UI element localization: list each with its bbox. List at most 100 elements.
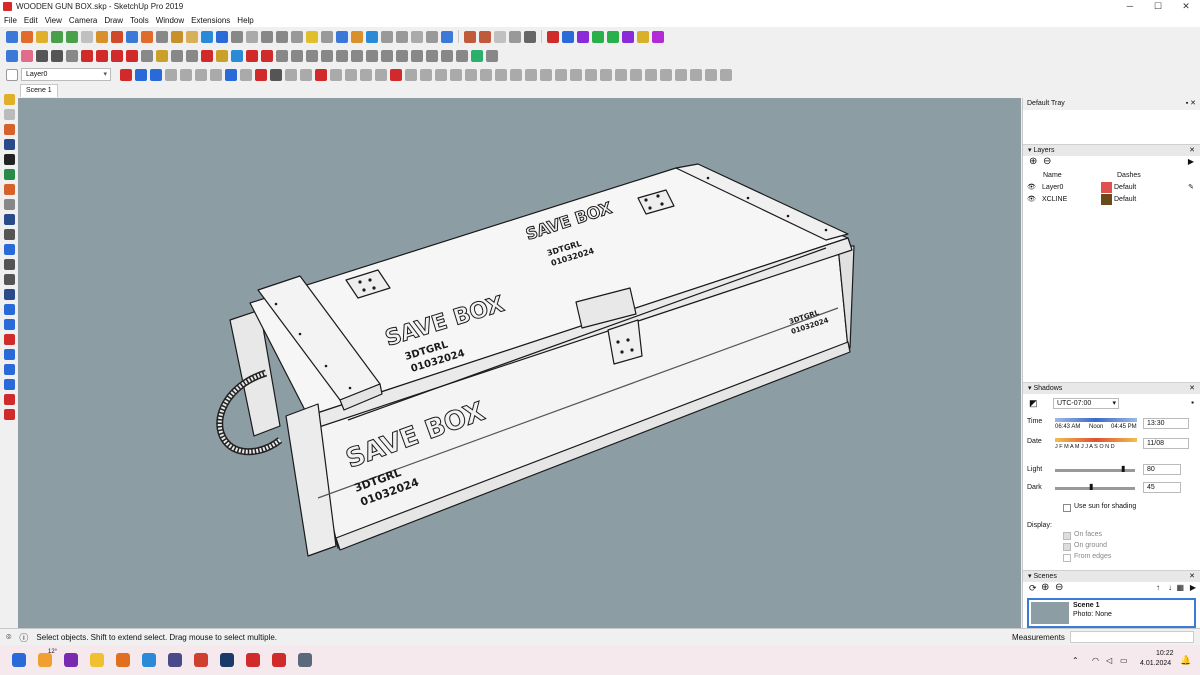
tb3-icon-26[interactable]	[495, 68, 507, 81]
tb-icon-22[interactable]	[321, 30, 333, 43]
extension-icon[interactable]	[276, 49, 288, 62]
close-icon[interactable]: ✕	[1189, 383, 1195, 394]
scale-icon[interactable]	[126, 49, 138, 62]
tb-icon-30[interactable]	[441, 30, 453, 43]
tb3-icon-25[interactable]	[480, 68, 492, 81]
onenote-icon[interactable]	[64, 653, 78, 667]
tb-icon-42[interactable]	[637, 30, 649, 43]
tb3-icon-7[interactable]	[210, 68, 222, 81]
dark-input[interactable]: 45	[1143, 482, 1181, 493]
tb-icon-36[interactable]	[547, 30, 559, 43]
textured-icon[interactable]	[441, 49, 453, 62]
remove-scene-icon[interactable]: ⊖	[1055, 582, 1063, 594]
tb3-icon-33[interactable]	[600, 68, 612, 81]
tb3-icon-11[interactable]	[270, 68, 282, 81]
menu-draw[interactable]: Draw	[104, 16, 123, 25]
light-input[interactable]: 80	[1143, 464, 1181, 475]
left-tool-14[interactable]	[3, 289, 15, 300]
tb-icon-15[interactable]	[216, 30, 228, 43]
monochrome-icon[interactable]	[456, 49, 468, 62]
tb-icon-21[interactable]	[306, 30, 318, 43]
blender-icon[interactable]	[116, 653, 130, 667]
tb3-icon-22[interactable]	[435, 68, 447, 81]
tb3-icon-3[interactable]	[150, 68, 162, 81]
minimize-button[interactable]: ─	[1116, 0, 1144, 13]
tb-icon-17[interactable]	[246, 30, 258, 43]
on-faces-checkbox[interactable]	[1063, 532, 1071, 540]
left-tool-21[interactable]	[3, 394, 15, 405]
tb-icon-29[interactable]	[426, 30, 438, 43]
date-input[interactable]: 11/08	[1143, 438, 1189, 449]
tb3-icon-41[interactable]	[720, 68, 732, 81]
left-tool-19[interactable]	[3, 364, 15, 375]
tb3-icon-37[interactable]	[660, 68, 672, 81]
tb-icon-13[interactable]	[186, 30, 198, 43]
visibility-eye-icon[interactable]: 👁	[1027, 182, 1036, 194]
sandbox-icon[interactable]	[471, 49, 483, 62]
layer-select[interactable]: Layer0 ▾	[21, 68, 111, 81]
tb-icon-23[interactable]	[336, 30, 348, 43]
layer-color-swatch[interactable]	[1101, 194, 1112, 205]
tb-icon-28[interactable]	[411, 30, 423, 43]
tb-icon-25[interactable]	[366, 30, 378, 43]
tb3-icon-38[interactable]	[675, 68, 687, 81]
front-view-icon[interactable]	[321, 49, 333, 62]
layer-row[interactable]: 👁 Layer0 Default ✎	[1023, 182, 1200, 194]
tb3-icon-30[interactable]	[555, 68, 567, 81]
time-slider[interactable]	[1055, 418, 1137, 422]
scene-details-icon[interactable]: ▶	[1190, 582, 1196, 594]
tb3-icon-21[interactable]	[420, 68, 432, 81]
refresh-icon[interactable]: ⟳	[1029, 582, 1037, 594]
menu-extensions[interactable]: Extensions	[191, 16, 230, 25]
tb3-icon-24[interactable]	[465, 68, 477, 81]
on-ground-checkbox[interactable]	[1063, 543, 1071, 551]
tb-icon-10[interactable]	[141, 30, 153, 43]
notification-bell-icon[interactable]: 🔔	[1180, 655, 1191, 666]
tb3-icon-1[interactable]	[120, 68, 132, 81]
left-tool-3[interactable]	[3, 124, 15, 135]
tb-icon-40[interactable]	[607, 30, 619, 43]
timezone-select[interactable]: UTC-07:00 ▾	[1053, 398, 1119, 409]
tb3-icon-15[interactable]	[330, 68, 342, 81]
acrobat-icon[interactable]	[246, 653, 260, 667]
shadows-panel-header[interactable]: ▾ Shadows ✕	[1023, 382, 1200, 394]
shaded-icon[interactable]	[426, 49, 438, 62]
shape-icon[interactable]	[66, 49, 78, 62]
dark-slider-thumb[interactable]: ▮	[1089, 482, 1093, 491]
left-tool-11[interactable]	[3, 244, 15, 255]
tb3-icon-19[interactable]	[390, 68, 402, 81]
left-tool-10[interactable]	[3, 229, 15, 240]
layers-panel-header[interactable]: ▾ Layers ✕	[1023, 144, 1200, 156]
tb-icon-19[interactable]	[276, 30, 288, 43]
app-icon-7[interactable]	[168, 653, 182, 667]
tb-icon-33[interactable]	[494, 30, 506, 43]
close-button[interactable]: ✕	[1172, 0, 1200, 13]
tb-icon-7[interactable]	[96, 30, 108, 43]
chevron-up-icon[interactable]: ⌃	[1072, 656, 1079, 665]
left-tool-15[interactable]	[3, 304, 15, 315]
tb-icon-12[interactable]	[171, 30, 183, 43]
warehouse-icon[interactable]	[261, 49, 273, 62]
iso-view-icon[interactable]	[291, 49, 303, 62]
arc-icon[interactable]	[51, 49, 63, 62]
orbit-icon[interactable]	[201, 49, 213, 62]
speaker-icon[interactable]: ◁	[1106, 656, 1112, 665]
tb3-icon-27[interactable]	[510, 68, 522, 81]
shadow-settings-icon[interactable]: ▪	[1191, 398, 1194, 407]
tb3-icon-34[interactable]	[615, 68, 627, 81]
tb3-icon-9[interactable]	[240, 68, 252, 81]
tb3-icon-36[interactable]	[645, 68, 657, 81]
tb-icon-16[interactable]	[231, 30, 243, 43]
left-tool-16[interactable]	[3, 319, 15, 330]
scene-thumbnail-card[interactable]: Scene 1 Photo: None	[1027, 598, 1196, 628]
dark-slider[interactable]	[1055, 487, 1135, 490]
geo-location-icon[interactable]: ⌾	[6, 632, 11, 643]
tb3-icon-20[interactable]	[405, 68, 417, 81]
right-view-icon[interactable]	[336, 49, 348, 62]
tb-icon-14[interactable]	[201, 30, 213, 43]
edge-icon[interactable]	[142, 653, 156, 667]
calculator-icon[interactable]	[298, 653, 312, 667]
layer-check-icon[interactable]	[6, 68, 18, 81]
tb-icon-1[interactable]	[6, 30, 18, 43]
menu-tools[interactable]: Tools	[130, 16, 149, 25]
